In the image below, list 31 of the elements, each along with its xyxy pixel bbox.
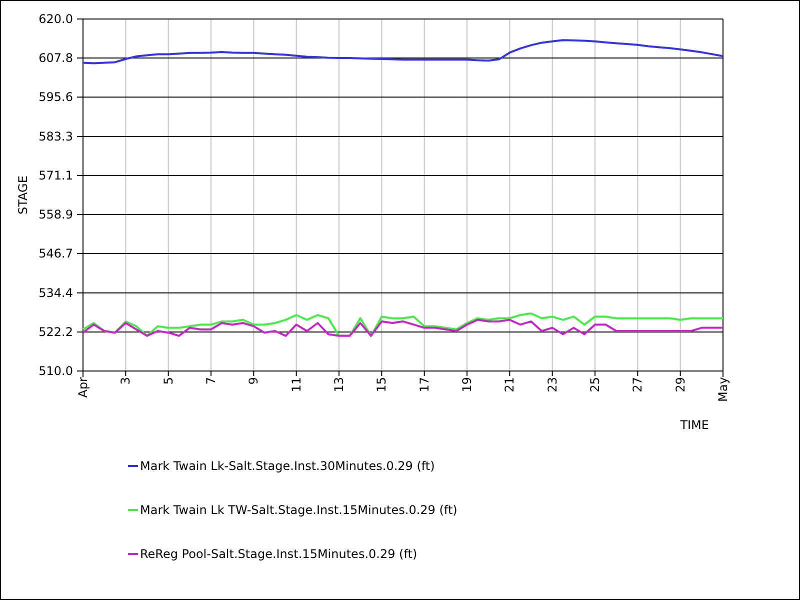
y-tick-label: 558.9: [38, 208, 73, 222]
x-axis-title: TIME: [680, 418, 709, 432]
y-tick-label: 583.3: [38, 129, 73, 144]
x-tick-label: 23: [545, 377, 560, 392]
x-tick-label: 7: [204, 377, 218, 385]
y-tick-label: 607.8: [38, 51, 73, 66]
legend-label: Mark Twain Lk-Salt.Stage.Inst.30Minutes.0.29 (ft): [140, 458, 435, 472]
y-tick-label: 546.7: [38, 246, 73, 261]
x-tick-label: 25: [588, 377, 602, 392]
y-tick-label: 571.1: [38, 168, 73, 182]
x-tick-label: 17: [417, 377, 432, 392]
x-tick-label: 15: [374, 377, 389, 392]
x-tick-label: 27: [630, 377, 645, 392]
x-tick-label: 3: [118, 377, 133, 385]
y-tick-label: 510.0: [38, 364, 73, 378]
x-tick-label: May: [716, 377, 730, 402]
x-tick-label: 5: [161, 377, 176, 385]
legend-label: Mark Twain Lk TW-Salt.Stage.Inst.15Minutes.0.29 (ft): [140, 502, 458, 516]
y-axis-title: STAGE: [16, 176, 30, 214]
y-tick-label: 620.0: [38, 12, 73, 26]
x-tick-label: 21: [502, 377, 517, 392]
y-tick-label: 522.2: [38, 324, 73, 339]
legend-label: ReReg Pool-Salt.Stage.Inst.15Minutes.0.29 (ft): [140, 546, 418, 560]
x-tick-label: 19: [460, 377, 474, 392]
y-tick-label: 595.6: [38, 90, 73, 104]
x-tick-label: 11: [289, 377, 304, 392]
y-tick-label: 534.4: [38, 286, 73, 300]
x-tick-label: 9: [246, 377, 261, 385]
x-tick-label: 29: [673, 377, 688, 392]
x-tick-label: 13: [332, 377, 346, 392]
x-tick-label: Apr: [76, 377, 90, 398]
